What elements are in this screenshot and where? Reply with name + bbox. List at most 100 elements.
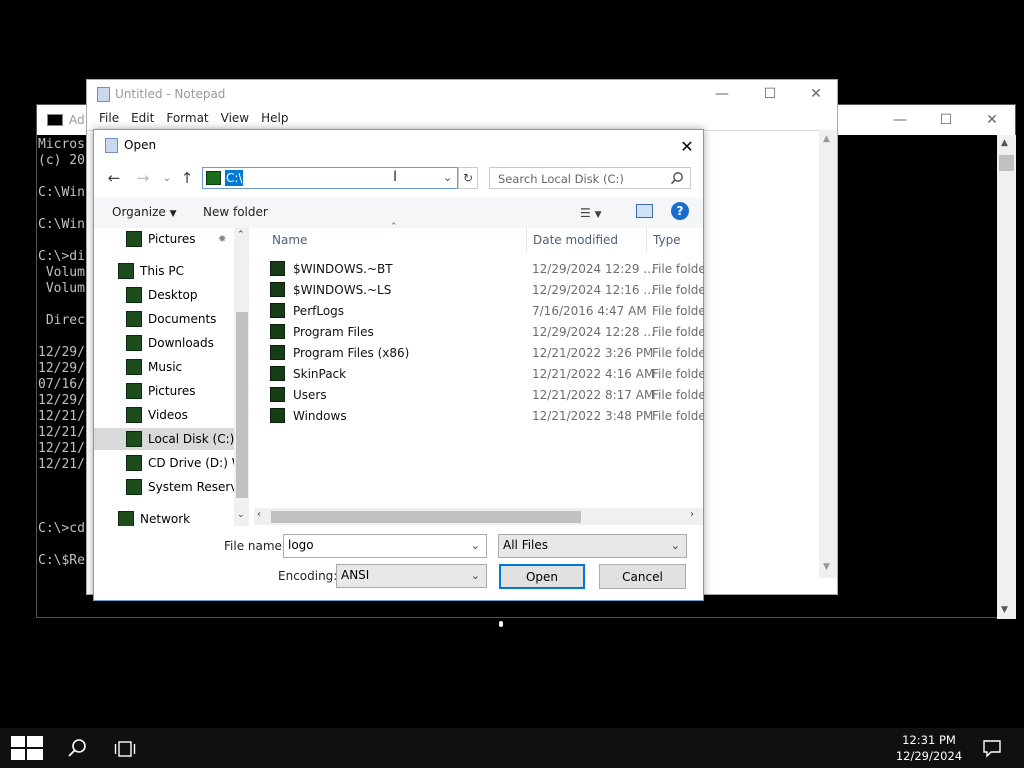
task-view-icon[interactable] [114, 740, 136, 758]
nav-item[interactable]: Documents [94, 308, 234, 330]
file-date: 7/16/2016 4:47 AM [532, 303, 647, 318]
menu-file[interactable]: File [93, 108, 125, 130]
file-type: File folder [652, 345, 704, 360]
file-row[interactable]: Program Files (x86) 12/21/2022 3:26 PM Fil… [270, 342, 704, 363]
notification-center-icon[interactable] [982, 738, 1002, 758]
organize-button[interactable]: Organize ▼ [112, 205, 177, 219]
search-icon[interactable] [670, 171, 684, 185]
notepad-scrollbar[interactable]: ▲ ▼ [819, 130, 837, 578]
close-icon[interactable]: ✕ [672, 134, 702, 158]
menu-edit[interactable]: Edit [125, 108, 160, 130]
refresh-icon[interactable]: ↻ [458, 167, 478, 189]
file-name-label: File name: [224, 539, 286, 553]
file-row[interactable]: Program Files 12/29/2024 12:28 ... File fo… [270, 321, 704, 342]
cmd-scrollbar[interactable]: ▲ ▼ [997, 135, 1016, 619]
open-button[interactable]: Open [499, 564, 585, 589]
minimize-button[interactable]: — [877, 105, 923, 135]
scroll-down-icon[interactable]: ⌄ [237, 510, 245, 520]
open-dialog[interactable]: Open ✕ ← → ⌄ ↑ C:\ I ⌄ ↻ Search Local Di… [93, 129, 704, 601]
file-row[interactable]: $WINDOWS.~BT 12/29/2024 12:29 ... File fol… [270, 258, 704, 279]
file-list-header: ⌃ Name Date modified Type [254, 222, 703, 252]
file-row[interactable]: PerfLogs 7/16/2016 4:47 AM File folder [270, 300, 704, 321]
up-icon[interactable]: ↑ [177, 168, 197, 188]
help-icon[interactable]: ? [671, 202, 689, 220]
scroll-down-icon[interactable]: ▼ [1001, 605, 1008, 615]
scroll-down-icon[interactable]: ▼ [823, 562, 830, 572]
column-type[interactable]: Type [653, 233, 681, 247]
nav-item[interactable]: Videos [94, 404, 234, 426]
notepad-titlebar[interactable]: Untitled - Notepad — ☐ ✕ [87, 80, 837, 108]
encoding-select[interactable]: ANSI ⌄ [336, 564, 487, 588]
menu-format[interactable]: Format [160, 108, 214, 130]
windows-start-icon[interactable] [11, 736, 43, 760]
file-type-select[interactable]: All Files ⌄ [498, 534, 687, 558]
scroll-up-icon[interactable]: ⌃ [237, 230, 245, 240]
scroll-up-icon[interactable]: ▲ [1001, 138, 1008, 148]
close-button[interactable]: ✕ [969, 105, 1015, 135]
encoding-value: ANSI [341, 568, 370, 582]
forward-icon[interactable]: → [133, 168, 153, 188]
nav-item[interactable]: Music [94, 356, 234, 378]
new-folder-button[interactable]: New folder [203, 205, 268, 219]
file-type: File folder [652, 408, 704, 423]
organize-label: Organize [112, 205, 166, 219]
file-type: File folder [652, 303, 704, 318]
chevron-down-icon[interactable]: ⌄ [443, 171, 452, 184]
search-input[interactable]: Search Local Disk (C:) [489, 167, 691, 189]
file-row[interactable]: Windows 12/21/2022 3:48 PMFile folder [270, 405, 704, 426]
file-date: 12/29/2024 12:28 ... [532, 324, 655, 339]
nav-item[interactable]: Downloads [94, 332, 234, 354]
close-button[interactable]: ✕ [793, 80, 839, 108]
nav-item[interactable]: Pictures ✸ [94, 228, 234, 250]
scroll-up-icon[interactable]: ▲ [823, 134, 830, 144]
horizontal-scrollbar[interactable]: ‹ › [254, 508, 703, 525]
scroll-left-icon[interactable]: ‹ [257, 509, 261, 520]
file-name: Users [293, 387, 327, 402]
recent-locations-icon[interactable]: ⌄ [157, 168, 177, 188]
file-row[interactable]: Users 12/21/2022 8:17 AMFile folder [270, 384, 704, 405]
drive-icon [206, 171, 221, 185]
view-options-icon[interactable]: ☰ ▼ [580, 206, 612, 220]
file-row[interactable]: $WINDOWS.~LS 12/29/2024 12:16 ... File fol… [270, 279, 704, 300]
file-row[interactable]: SkinPack 12/21/2022 4:16 AMFile folder [270, 363, 704, 384]
chevron-down-icon: ▼ [169, 209, 177, 219]
folder-icon [126, 479, 142, 495]
chevron-down-icon[interactable]: ⌄ [471, 539, 480, 552]
scroll-right-icon[interactable]: › [690, 509, 694, 520]
cmd-icon [47, 114, 63, 126]
address-bar[interactable]: C:\ I ⌄ [202, 167, 458, 189]
cancel-button[interactable]: Cancel [599, 564, 686, 589]
file-date: 12/29/2024 12:16 ... [532, 282, 655, 297]
column-date-modified[interactable]: Date modified [533, 233, 618, 247]
menu-help[interactable]: Help [255, 108, 294, 130]
nav-item[interactable]: Local Disk (C:) [94, 428, 234, 450]
column-name[interactable]: Name [272, 233, 307, 247]
back-icon[interactable]: ← [104, 168, 124, 188]
minimize-button[interactable]: — [699, 80, 745, 108]
folder-icon [126, 287, 142, 303]
preview-pane-icon[interactable] [636, 204, 653, 218]
nav-item[interactable]: Pictures [94, 380, 234, 402]
file-name: PerfLogs [293, 303, 345, 318]
scroll-thumb[interactable] [271, 511, 581, 523]
nav-scrollbar[interactable]: ⌃ ⌄ [234, 228, 249, 526]
nav-item[interactable]: This PC [94, 260, 234, 282]
scroll-thumb[interactable] [236, 312, 248, 498]
address-text[interactable]: C:\ [225, 170, 244, 186]
nav-item[interactable]: CD Drive (D:) Wi [94, 452, 234, 474]
sort-arrow-icon: ⌃ [390, 222, 398, 232]
scroll-thumb[interactable] [999, 155, 1014, 171]
file-name-input[interactable]: logo ⌄ [283, 534, 487, 558]
folder-icon [126, 359, 142, 375]
nav-item[interactable]: Desktop [94, 284, 234, 306]
search-icon[interactable] [66, 737, 88, 759]
search-placeholder: Search Local Disk (C:) [498, 172, 624, 186]
nav-item[interactable]: System Reservec [94, 476, 234, 498]
folder-icon [270, 324, 285, 339]
maximize-button[interactable]: ☐ [747, 80, 793, 108]
maximize-button[interactable]: ☐ [923, 105, 969, 135]
system-clock[interactable]: 12:31 PM 12/29/2024 [886, 732, 972, 764]
menu-view[interactable]: View [215, 108, 255, 130]
nav-item[interactable]: Network [94, 508, 234, 526]
file-name: $WINDOWS.~LS [293, 282, 392, 297]
